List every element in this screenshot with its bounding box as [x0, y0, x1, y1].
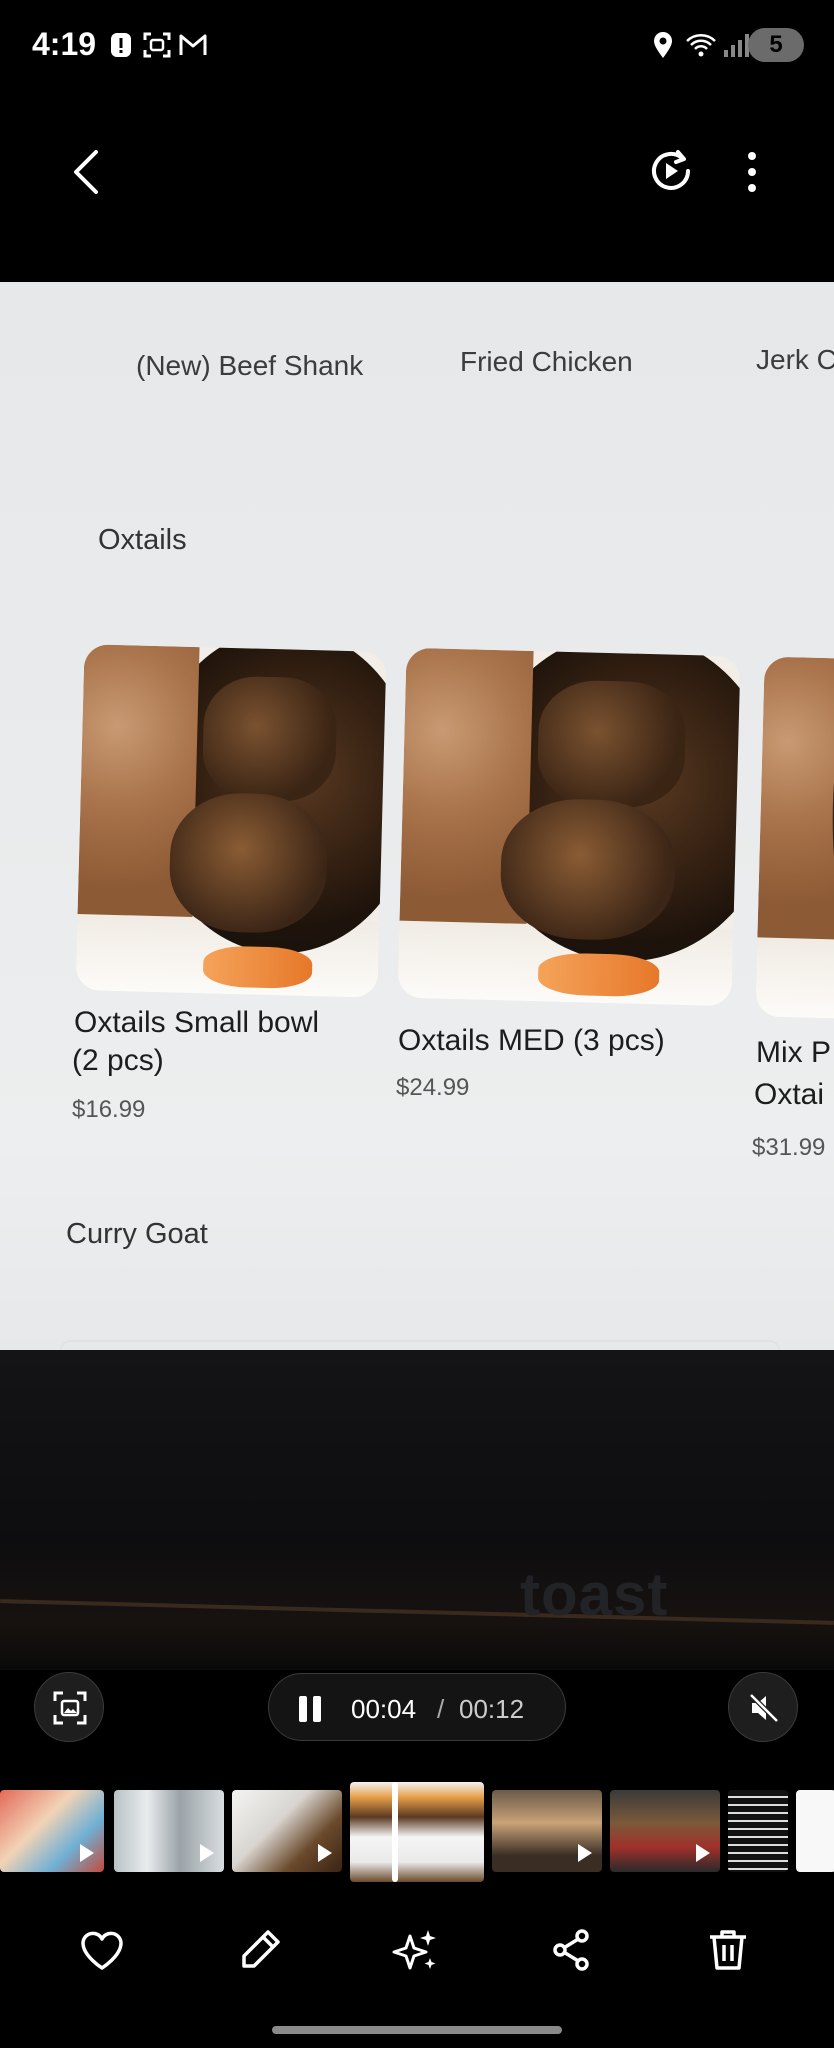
auto-rotate-icon[interactable]	[648, 148, 694, 194]
status-time: 4:19	[32, 26, 97, 62]
notification-badge: 5	[748, 28, 804, 62]
filmstrip-thumbnail[interactable]	[114, 1790, 224, 1872]
filmstrip[interactable]	[0, 1782, 834, 1882]
share-icon[interactable]	[548, 1926, 596, 1974]
filmstrip-playhead[interactable]	[392, 1782, 398, 1882]
trash-icon[interactable]	[704, 1926, 752, 1974]
filmstrip-thumbnail[interactable]	[796, 1790, 834, 1872]
filmstrip-thumbnail[interactable]	[610, 1790, 720, 1872]
menu-item-name-line2: (2 pcs)	[72, 1044, 164, 1077]
wifi-icon	[686, 34, 716, 57]
capture-frame-button[interactable]	[34, 1672, 104, 1742]
alert-icon	[111, 33, 131, 57]
section-title-oxtails: Oxtails	[98, 524, 187, 556]
muted-speaker-icon	[749, 1693, 779, 1723]
tab-fried-chicken: Fried Chicken	[460, 346, 633, 377]
menu-item-name: Oxtails MED (3 pcs)	[398, 1024, 665, 1057]
pencil-icon[interactable]	[236, 1926, 284, 1974]
filmstrip-thumbnail[interactable]	[232, 1790, 342, 1872]
menu-item-image	[397, 647, 741, 1007]
filmstrip-thumbnail[interactable]	[492, 1790, 602, 1872]
elapsed-time: 00:04	[351, 1694, 417, 1724]
menu-item-price: $16.99	[72, 1096, 146, 1123]
playback-controls: 00:04 / 00:12	[268, 1673, 566, 1741]
more-vertical-icon[interactable]	[740, 150, 764, 194]
filmstrip-thumbnail-current[interactable]	[350, 1782, 484, 1882]
screenshot-icon	[143, 32, 171, 58]
tab-jerk-chicken: Jerk C	[756, 344, 834, 375]
menu-item-name: Mix P	[756, 1036, 831, 1069]
section-title-curry-goat: Curry Goat	[66, 1218, 208, 1250]
menu-item-image	[75, 644, 387, 998]
capture-frame-icon	[53, 1691, 87, 1725]
menu-item-image	[755, 656, 834, 1020]
signal-icon	[724, 34, 749, 57]
menu-item-price: $31.99	[752, 1134, 826, 1161]
menu-item-name-line2: Oxtai	[754, 1078, 825, 1111]
heart-icon[interactable]	[78, 1926, 126, 1974]
status-bar: 4:19 5	[0, 0, 834, 92]
video-frame[interactable]: (New) Beef Shank Fried Chicken Jerk C Ox…	[0, 282, 834, 1352]
gmail-icon	[179, 34, 207, 55]
total-duration: 00:12	[459, 1694, 525, 1724]
toast-watermark: toast	[520, 1561, 669, 1628]
kiosk-bezel: toast	[0, 1350, 834, 1670]
time-separator: /	[437, 1694, 445, 1724]
tab-beef-shank: (New) Beef Shank	[136, 350, 364, 381]
mute-button[interactable]	[728, 1672, 798, 1742]
location-icon	[654, 32, 672, 58]
home-indicator[interactable]	[272, 2026, 562, 2034]
menu-item-price: $24.99	[396, 1074, 470, 1101]
filmstrip-thumbnail[interactable]	[728, 1790, 788, 1872]
filmstrip-thumbnail[interactable]	[0, 1790, 104, 1872]
pause-icon[interactable]	[299, 1696, 323, 1722]
sparkle-icon[interactable]	[392, 1926, 440, 1974]
menu-item-name: Oxtails Small bowl	[74, 1006, 320, 1039]
back-arrow-icon[interactable]	[64, 146, 112, 198]
